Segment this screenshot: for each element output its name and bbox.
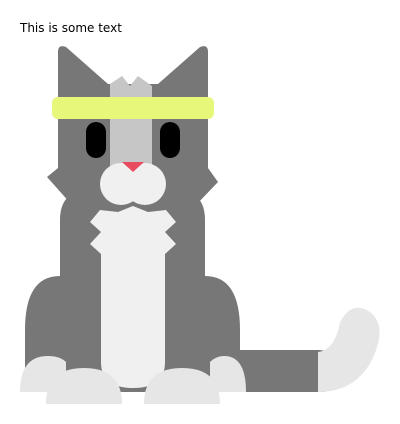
cat-muzzle xyxy=(100,162,166,205)
cat-with-headband-icon xyxy=(20,46,380,404)
cat-chest xyxy=(90,206,176,388)
headband xyxy=(52,97,214,119)
